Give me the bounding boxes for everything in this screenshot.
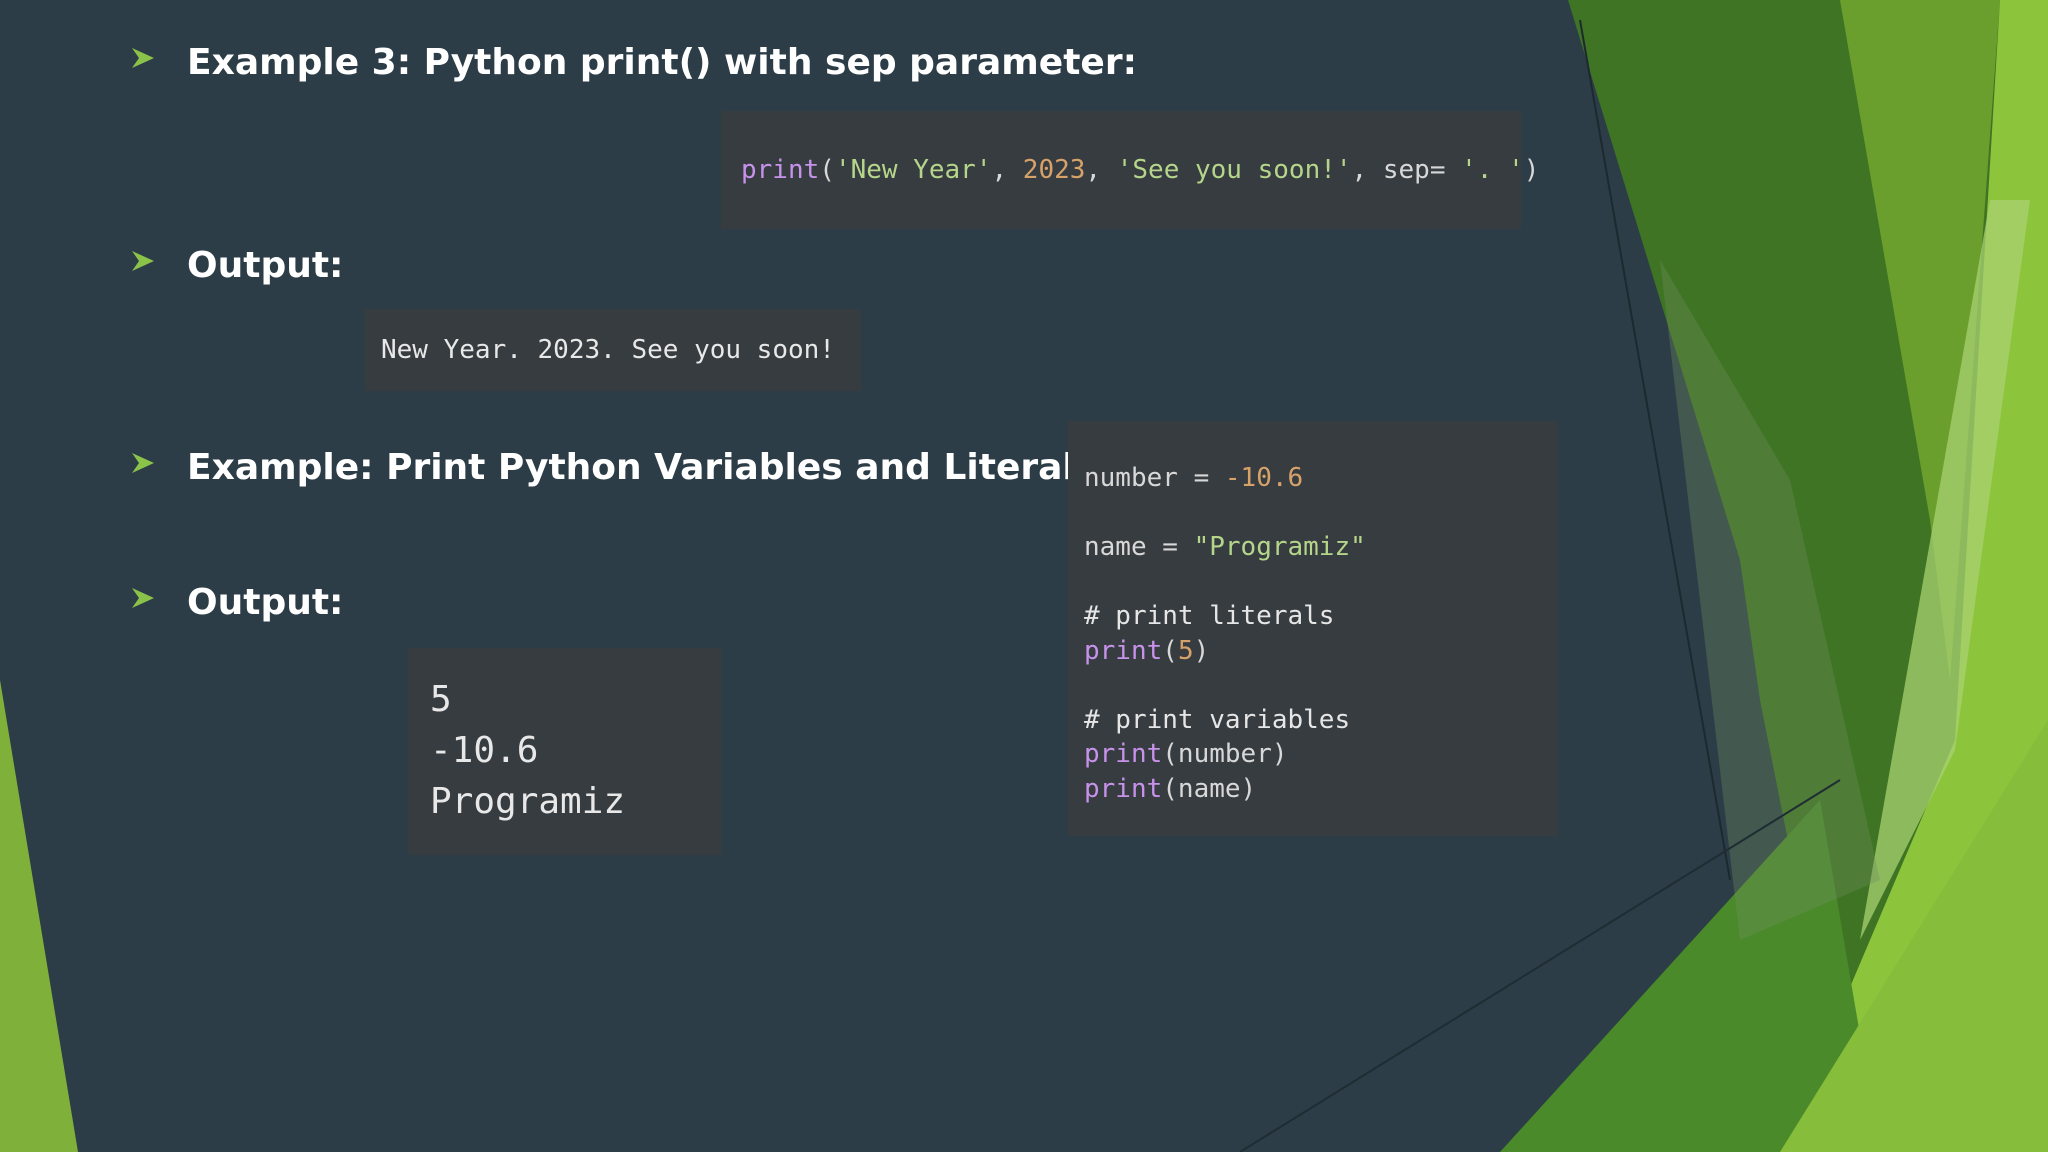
heading-example3: Example 3: Python print() with sep param… xyxy=(187,42,1137,83)
output-line: 5 xyxy=(430,679,452,720)
code-text: (name) xyxy=(1162,774,1257,804)
code-punct: ( xyxy=(819,155,835,185)
code-string: 'New Year' xyxy=(834,155,992,185)
code-line: number = -10.6 xyxy=(1084,461,1303,495)
code-line: print(number) xyxy=(1084,737,1288,771)
code-line: print('New Year', 2023, 'See you soon!',… xyxy=(741,153,1539,187)
code-text: (number) xyxy=(1162,739,1288,769)
code-block-sep-example: print('New Year', 2023, 'See you soon!',… xyxy=(721,111,1539,229)
heading-output-2: Output: xyxy=(187,582,344,623)
code-text: number = xyxy=(1084,463,1225,493)
code-keyword: print xyxy=(1084,636,1163,666)
code-line: print(5) xyxy=(1084,634,1209,668)
code-block-variables: number = -10.6 name = "Programiz" # prin… xyxy=(1068,421,1558,836)
code-punct: ) xyxy=(1193,636,1210,666)
left-green-shape xyxy=(0,680,78,1152)
code-number: 5 xyxy=(1177,636,1194,666)
code-punct: , sep= xyxy=(1351,155,1462,185)
code-string: '. ' xyxy=(1461,155,1524,185)
code-punct: ) xyxy=(1523,155,1540,185)
output-text: New Year. 2023. See you soon! xyxy=(381,335,835,365)
output-line: Programiz xyxy=(430,781,626,822)
output-line: -10.6 xyxy=(430,730,539,771)
code-keyword: print xyxy=(1084,774,1163,804)
code-line: name = "Programiz" xyxy=(1084,530,1366,564)
heading-output-1: Output: xyxy=(187,245,344,286)
code-string: 'See you soon!' xyxy=(1116,155,1352,185)
code-comment: # print variables xyxy=(1084,705,1351,735)
code-punct: , xyxy=(1085,155,1117,185)
code-keyword: print xyxy=(741,155,820,185)
code-text: name = xyxy=(1084,532,1194,562)
code-punct: , xyxy=(991,155,1023,185)
code-line: print(name) xyxy=(1084,772,1256,806)
code-comment: # print literals xyxy=(1084,601,1335,631)
heading-variables-literals: Example: Print Python Variables and Lite… xyxy=(187,447,1111,488)
code-number: 2023 xyxy=(1022,155,1086,185)
code-punct: ( xyxy=(1162,636,1178,666)
output-block-sep-example: New Year. 2023. See you soon! xyxy=(365,309,861,391)
code-string: "Programiz" xyxy=(1193,532,1366,562)
output-block-variables: 5 -10.6 Programiz xyxy=(408,648,721,855)
code-number: -10.6 xyxy=(1224,463,1304,493)
code-keyword: print xyxy=(1084,739,1163,769)
